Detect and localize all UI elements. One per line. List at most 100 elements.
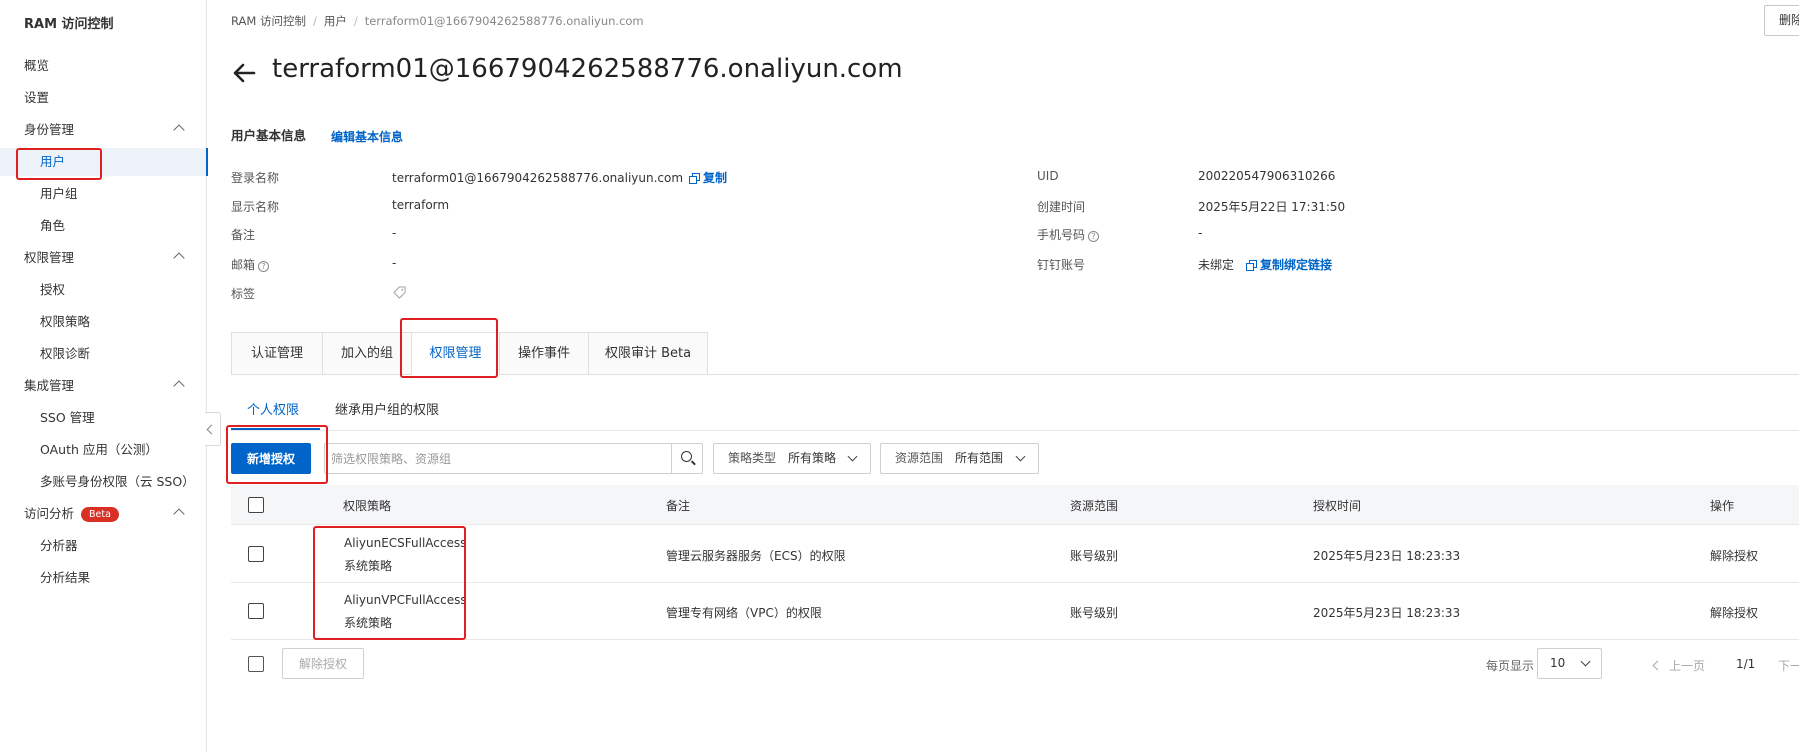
dingtalk-status: 未绑定 (1198, 258, 1235, 272)
uid-value: 200220547906310266 (1198, 169, 1336, 183)
tab-groups[interactable]: 加入的组 (322, 332, 411, 375)
sidebar-group-analysis[interactable]: 访问分析 Beta (0, 500, 207, 528)
copy-icon[interactable] (1246, 260, 1258, 271)
breadcrumb-separator: / (312, 14, 317, 28)
select-all-checkbox[interactable] (248, 497, 264, 513)
breadcrumb-separator: / (353, 14, 358, 28)
page-indicator: 1/1 (1736, 657, 1756, 671)
policy-name-link[interactable]: AliyunVPCFullAccess (344, 593, 467, 607)
prev-page-button[interactable]: 上一页 (1654, 657, 1705, 674)
grant-time: 2025年5月23日 18:23:33 (1313, 606, 1461, 620)
sidebar-item-roles[interactable]: 角色 (0, 212, 207, 240)
policy-name-link[interactable]: AliyunECSFullAccess (344, 536, 466, 550)
sidebar-title: RAM 访问控制 (24, 17, 114, 32)
search-input[interactable] (331, 444, 665, 473)
login-name-value: terraform01@1667904262588776.onaliyun.co… (392, 169, 727, 186)
breadcrumb-item[interactable]: 用户 (324, 14, 347, 28)
tab-permissions[interactable]: 权限管理 (411, 332, 499, 375)
sidebar-item-overview[interactable]: 概览 (0, 52, 207, 80)
row-checkbox[interactable] (248, 603, 264, 619)
subtab-active-indicator (231, 428, 320, 430)
page-size-select[interactable]: 10 (1537, 648, 1602, 679)
scope-select[interactable]: 资源范围 所有范围 (880, 443, 1039, 474)
copy-login-name-link[interactable]: 复制 (703, 171, 727, 185)
sidebar-collapse-button[interactable] (205, 412, 221, 446)
policy-type-label: 策略类型 (728, 451, 777, 465)
sidebar-group-label: 访问分析 (24, 506, 75, 521)
sidebar-item-users[interactable]: 用户 (0, 148, 208, 176)
delete-user-button[interactable]: 删除 (1764, 5, 1799, 36)
tab-auth[interactable]: 认证管理 (231, 332, 322, 375)
sidebar-item-policies[interactable]: 权限策略 (0, 308, 207, 336)
policy-scope: 账号级别 (1070, 549, 1119, 563)
phone-value: - (1198, 226, 1203, 240)
sidebar-item-grants[interactable]: 授权 (0, 276, 207, 304)
edit-basic-info-link[interactable]: 编辑基本信息 (331, 128, 403, 145)
table-header: 权限策略 备注 资源范围 授权时间 操作 (231, 485, 1799, 525)
grant-time: 2025年5月23日 18:23:33 (1313, 549, 1461, 563)
copy-bind-link[interactable]: 复制绑定链接 (1260, 258, 1332, 272)
row-checkbox[interactable] (248, 546, 264, 562)
sidebar-group-integration[interactable]: 集成管理 (0, 372, 207, 400)
sidebar-item-oauth[interactable]: OAuth 应用（公测） (0, 436, 207, 464)
column-header-scope: 资源范围 (1070, 499, 1119, 513)
bulk-revoke-button[interactable]: 解除授权 (282, 648, 364, 679)
chevron-left-icon (206, 424, 217, 435)
uid-label: UID (1037, 169, 1059, 183)
revoke-link[interactable]: 解除授权 (1710, 547, 1758, 564)
sidebar-group-label: 权限管理 (24, 250, 75, 265)
sidebar-item-sso[interactable]: SSO 管理 (0, 404, 207, 432)
sidebar-item-diagnosis[interactable]: 权限诊断 (0, 340, 207, 368)
search-button[interactable] (671, 444, 703, 473)
breadcrumb: RAM 访问控制 / 用户 / terraform01@1667904262588776… (231, 13, 644, 29)
login-name-text: terraform01@1667904262588776.onaliyun.co… (392, 171, 684, 185)
tab-audit[interactable]: 权限审计 Beta (588, 332, 708, 375)
login-name-label: 登录名称 (231, 171, 280, 185)
breadcrumb-item[interactable]: RAM 访问控制 (231, 14, 306, 28)
table-row: AliyunECSFullAccess 系统策略 管理云服务器服务（ECS）的权… (231, 526, 1799, 583)
tab-events[interactable]: 操作事件 (499, 332, 588, 375)
revoke-link[interactable]: 解除授权 (1710, 604, 1758, 621)
sidebar-item-analyzer[interactable]: 分析器 (0, 532, 207, 560)
copy-icon[interactable] (689, 173, 701, 184)
dingtalk-label: 钉钉账号 (1037, 258, 1086, 272)
sidebar-item-results[interactable]: 分析结果 (0, 564, 207, 592)
chevron-up-icon (173, 252, 185, 264)
policy-note: 管理云服务器服务（ECS）的权限 (666, 549, 846, 563)
bulk-select-checkbox[interactable] (248, 656, 264, 672)
policy-type-value: 所有策略 (788, 451, 837, 465)
chevron-up-icon (173, 124, 185, 136)
search-box (324, 443, 703, 474)
column-header-policy: 权限策略 (343, 499, 392, 513)
sidebar-group-label: 集成管理 (24, 378, 75, 393)
email-value: - (392, 256, 397, 270)
chevron-down-icon (847, 451, 858, 462)
sidebar-item-multi-sso[interactable]: 多账号身份权限（云 SSO） (0, 468, 207, 496)
next-page-button[interactable]: 下一页 (1778, 657, 1799, 674)
tag-icon[interactable] (393, 286, 406, 299)
help-icon[interactable]: ? (258, 261, 270, 272)
column-header-note: 备注 (666, 499, 691, 513)
phone-label-text: 手机号码 (1037, 228, 1086, 242)
subtab-personal[interactable]: 个人权限 (247, 399, 299, 418)
column-header-time: 授权时间 (1313, 499, 1362, 513)
search-icon (681, 451, 692, 462)
sidebar-item-settings[interactable]: 设置 (0, 84, 207, 112)
add-grant-button[interactable]: 新增授权 (231, 443, 311, 474)
back-arrow-icon[interactable] (231, 60, 257, 86)
dingtalk-value: 未绑定 复制绑定链接 (1198, 256, 1332, 273)
scope-value: 所有范围 (955, 451, 1004, 465)
help-icon[interactable]: ? (1088, 231, 1100, 242)
phone-label: 手机号码? (1037, 226, 1100, 243)
sidebar-group-permissions[interactable]: 权限管理 (0, 244, 207, 272)
policy-type: 系统策略 (344, 616, 393, 630)
table-row: AliyunVPCFullAccess 系统策略 管理专有网络（VPC）的权限 … (231, 583, 1799, 640)
policy-type: 系统策略 (344, 559, 393, 573)
note-value: - (392, 226, 397, 240)
sidebar-group-label: 身份管理 (24, 122, 75, 137)
subtab-divider (231, 430, 1799, 431)
sidebar-item-groups[interactable]: 用户组 (0, 180, 207, 208)
policy-type-select[interactable]: 策略类型 所有策略 (713, 443, 871, 474)
sidebar-group-identity[interactable]: 身份管理 (0, 116, 207, 144)
subtab-inherited[interactable]: 继承用户组的权限 (335, 399, 439, 418)
